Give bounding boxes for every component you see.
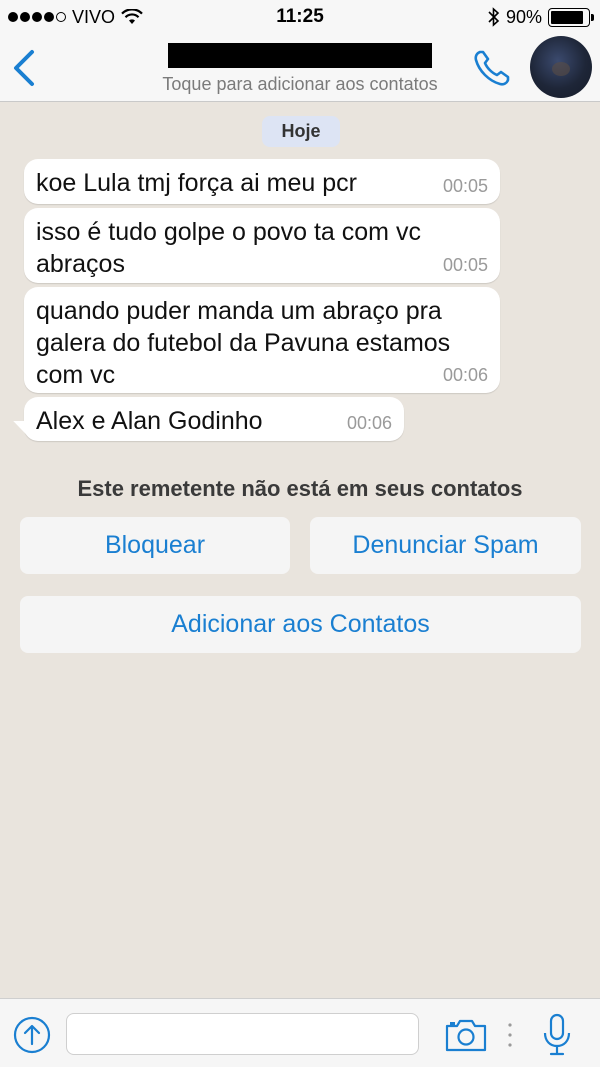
message-input[interactable] (66, 1013, 419, 1055)
bluetooth-icon (488, 7, 500, 27)
message-bubble[interactable]: quando puder manda um abraço pra galera … (24, 287, 500, 393)
signal-strength-icon (8, 12, 66, 22)
message-text: isso é tudo golpe o povo ta com vc abraç… (36, 218, 421, 278)
battery-level (551, 10, 584, 24)
attach-upload-icon[interactable] (12, 1015, 52, 1055)
add-to-contacts-button[interactable]: Adicionar aos Contatos (20, 596, 581, 653)
battery-percent: 90% (505, 6, 542, 27)
message-time: 00:06 (442, 365, 488, 385)
status-bar: VIVO 11:25 90% (0, 0, 600, 34)
status-left: VIVO (8, 7, 143, 28)
message-text: quando puder manda um abraço pra galera … (36, 297, 451, 389)
battery-icon (548, 7, 594, 27)
report-spam-button[interactable]: Denunciar Spam (310, 517, 581, 574)
message-text: koe Lula tmj força ai meu pcr (36, 169, 357, 197)
wifi-icon (121, 9, 143, 24)
block-button[interactable]: Bloquear (20, 517, 290, 574)
date-separator: Hoje (262, 116, 340, 147)
message-text: Alex e Alan Godinho (36, 407, 263, 435)
message-time: 00:06 (346, 413, 392, 433)
microphone-icon[interactable] (542, 1013, 572, 1057)
message-bubble[interactable]: Alex e Alan Godinho 00:06 (24, 397, 404, 441)
unknown-sender-notice: Este remetente não está em seus contatos (77, 476, 523, 501)
message-input-bar (0, 998, 600, 1067)
divider-dots-icon (508, 1023, 512, 1047)
camera-icon[interactable] (444, 1017, 488, 1053)
message-bubble[interactable]: isso é tudo golpe o povo ta com vc abraç… (24, 208, 500, 283)
chat-header: Toque para adicionar aos contatos (0, 34, 600, 102)
message-bubble[interactable]: koe Lula tmj força ai meu pcr 00:05 (24, 159, 500, 204)
contact-avatar[interactable] (530, 36, 592, 98)
message-time: 00:05 (442, 255, 488, 275)
status-right: 90% (488, 6, 594, 28)
contact-name-redacted[interactable] (168, 43, 432, 68)
phone-call-icon[interactable] (470, 46, 514, 90)
message-time: 00:05 (442, 176, 488, 196)
carrier-name: VIVO (72, 6, 116, 27)
